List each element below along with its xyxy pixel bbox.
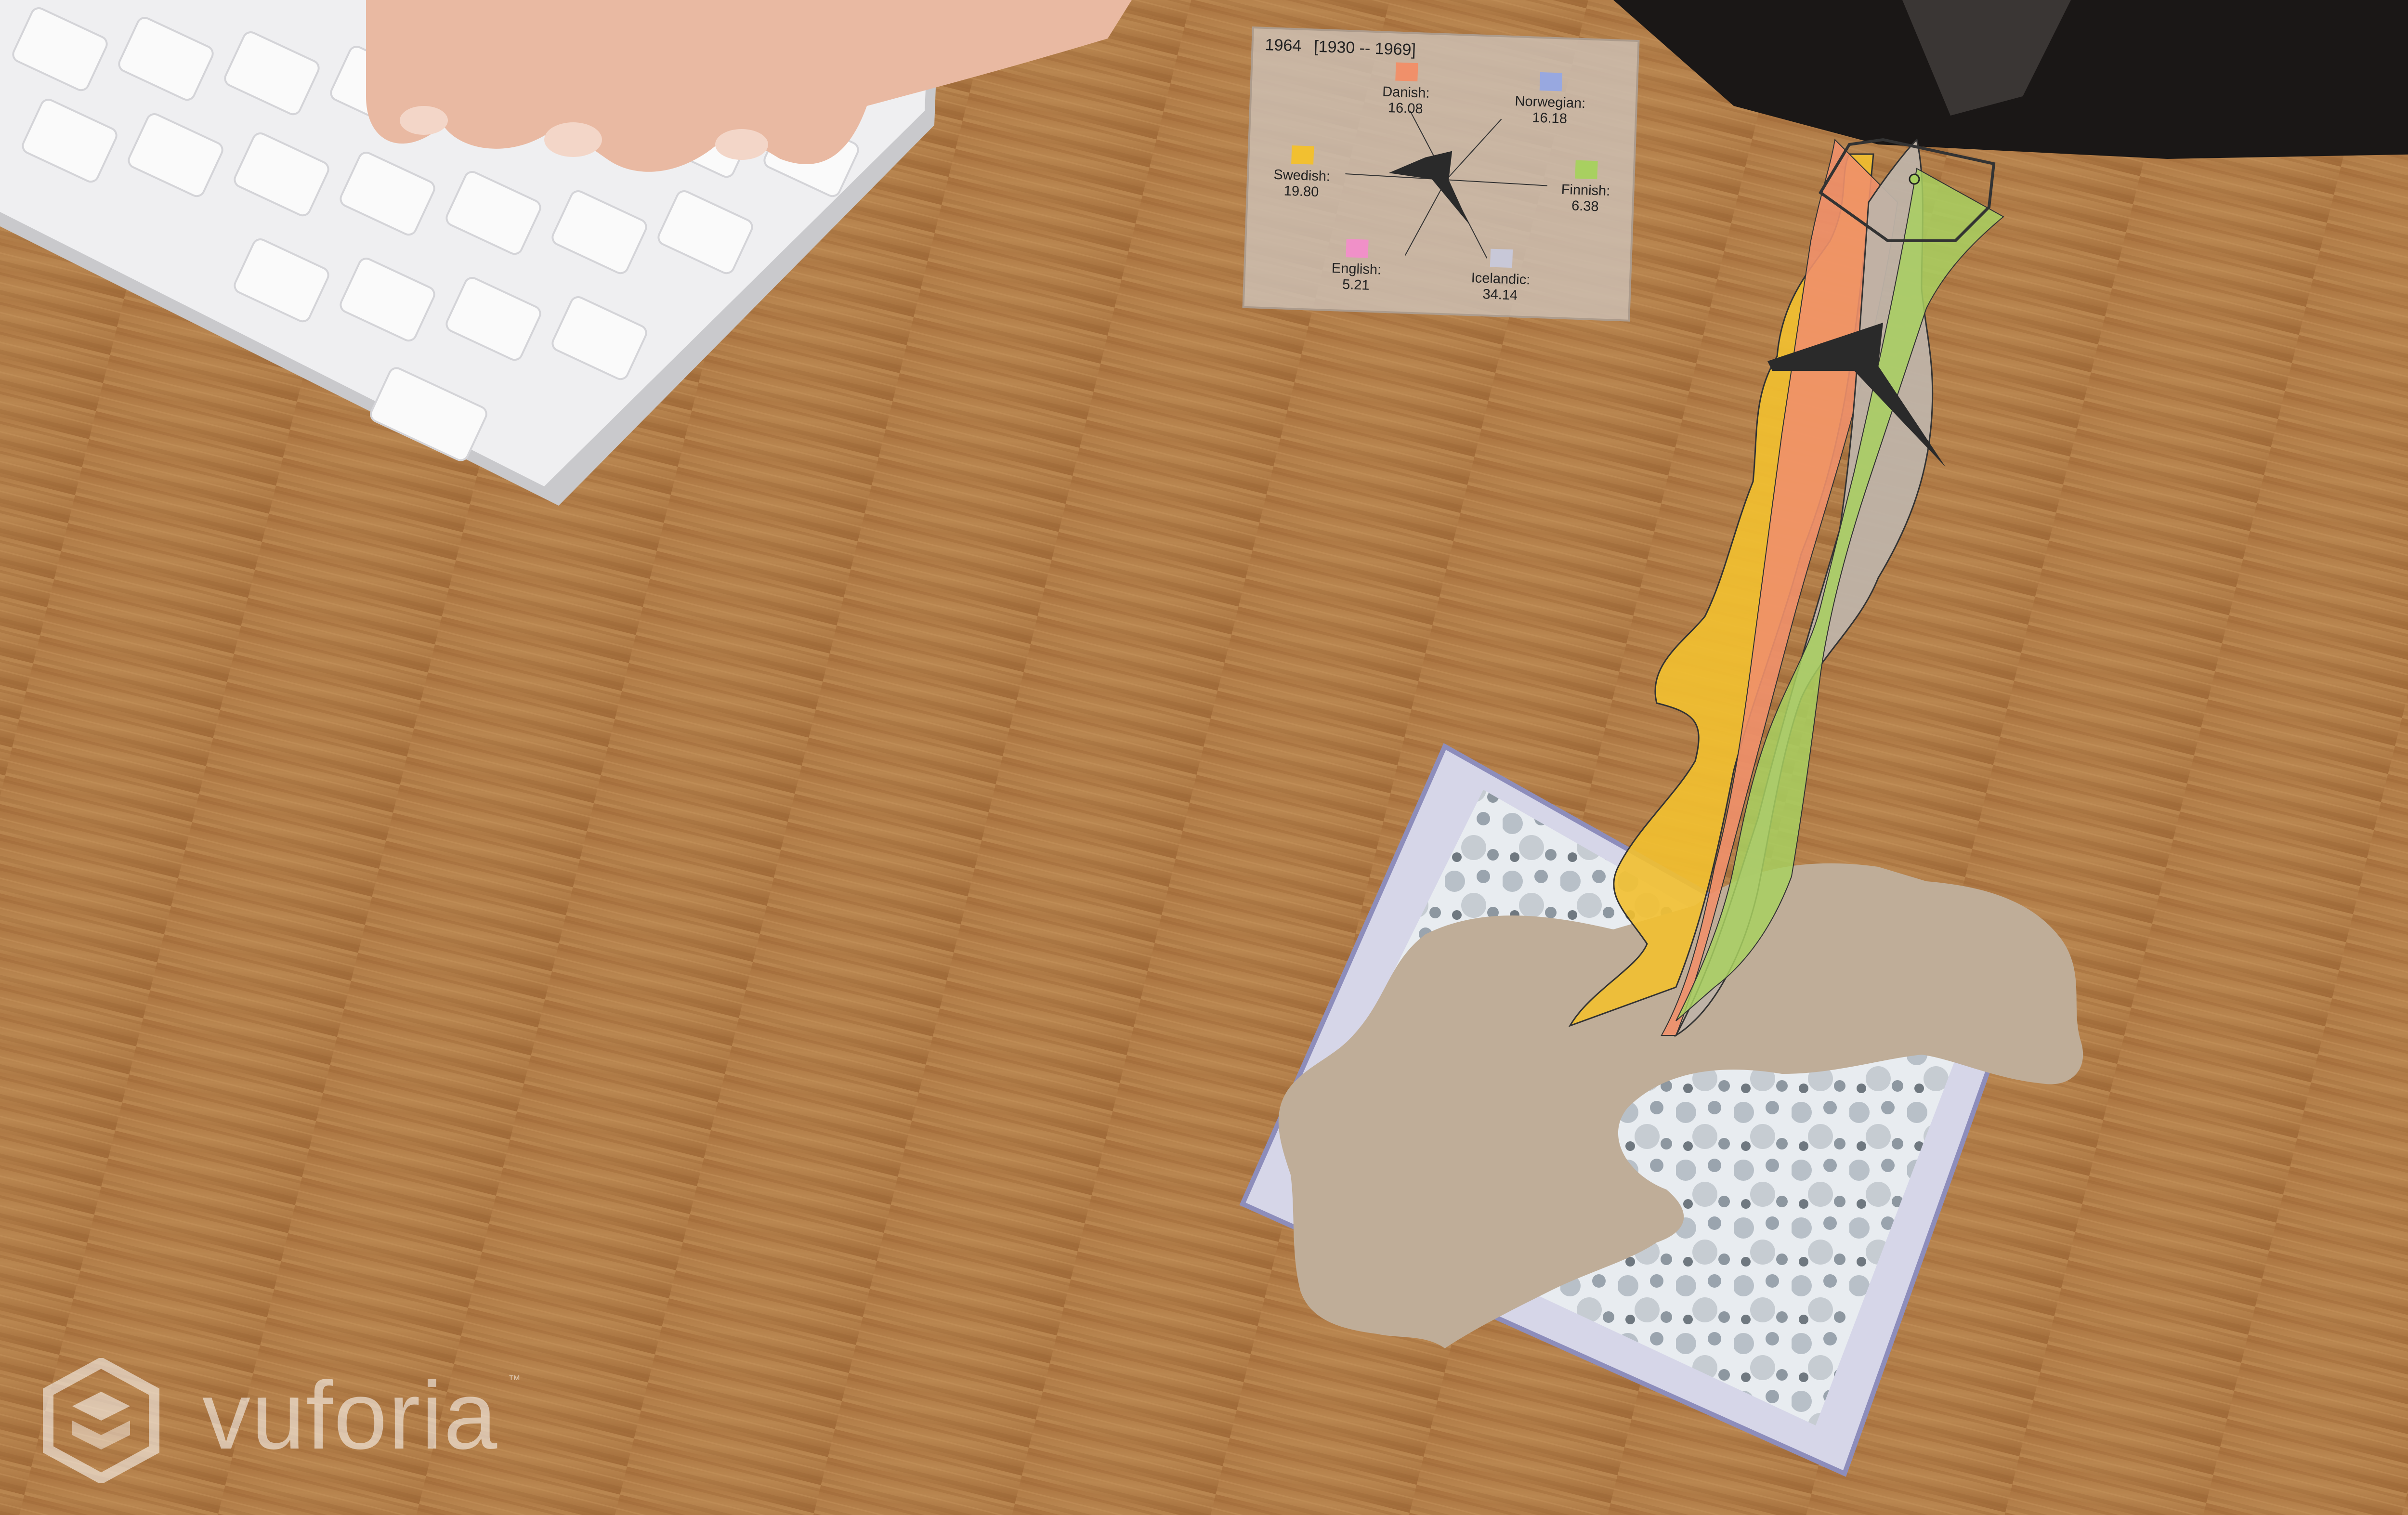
legend-norwegian[interactable]: Norwegian: 16.18 (1492, 71, 1609, 129)
english-swatch (1346, 239, 1369, 258)
norwegian-swatch (1539, 72, 1563, 91)
vuforia-trademark: ™ (508, 1372, 521, 1387)
legend-danish[interactable]: Danish: 16.08 (1348, 61, 1465, 118)
finnish-swatch (1575, 160, 1598, 180)
icelandic-swatch (1490, 248, 1513, 268)
swedish-swatch (1291, 145, 1314, 165)
legend-english[interactable]: English: 5.21 (1298, 237, 1415, 295)
legend-finnish[interactable]: Finnish: 6.38 (1527, 158, 1645, 216)
vuforia-wordmark: vuforia (202, 1362, 498, 1469)
ar-scene (0, 0, 2408, 1515)
legend-swedish[interactable]: Swedish: 19.80 (1243, 144, 1361, 202)
vuforia-watermark: vuforia ™ (39, 1358, 530, 1483)
selection-dot (1909, 173, 1920, 185)
legend-icelandic[interactable]: Icelandic: 34.14 (1442, 247, 1559, 305)
language-info-panel[interactable]: 1964 [1930 -- 1969] Danish: 16.08 Norwegi… (1242, 26, 1640, 322)
vuforia-cube-icon (43, 1358, 159, 1483)
danish-swatch (1395, 62, 1418, 82)
